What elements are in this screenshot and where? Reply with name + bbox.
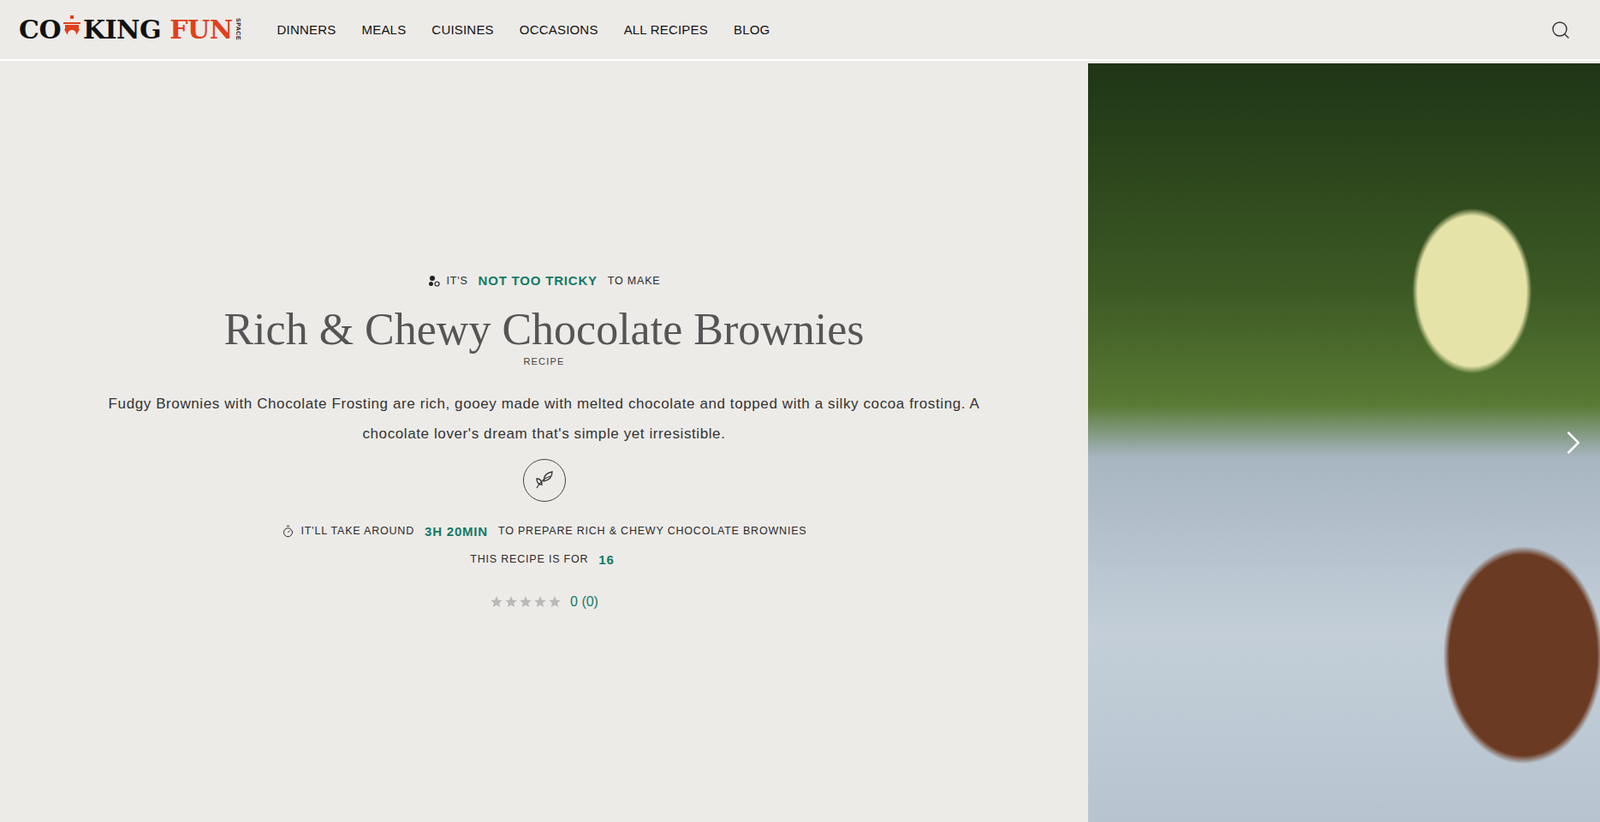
gallery: [1088, 60, 1600, 822]
next-button[interactable]: [1553, 422, 1594, 463]
header: COKINGFUNSPACE DINNERS MEALS CUISINES OCCASI…: [0, 0, 1600, 61]
rating[interactable]: 0 (0): [489, 594, 599, 610]
main-nav: DINNERS MEALS CUISINES OCCASIONS ALL RECIPES…: [277, 22, 771, 37]
pot-icon: [60, 15, 84, 45]
nav-item[interactable]: BLOG: [733, 22, 770, 37]
leaf-icon: [533, 469, 556, 492]
recipe-info: IT'SNOT TOO TRICKYTO MAKE Rich & Chewy Ch…: [0, 60, 1089, 822]
search-icon: [1550, 19, 1571, 41]
nav-item[interactable]: MEALS: [361, 22, 406, 37]
recipe-photo: [1088, 63, 1600, 822]
star-icon[interactable]: [504, 594, 518, 609]
nav-item[interactable]: CUISINES: [431, 22, 494, 37]
recipe-label: RECIPE: [523, 356, 565, 367]
timer-icon: [281, 524, 295, 538]
star-icon[interactable]: [533, 594, 548, 609]
rating-count: 0 (0): [570, 594, 599, 610]
main: IT'SNOT TOO TRICKYTO MAKE Rich & Chewy Ch…: [0, 60, 1600, 822]
star-icon[interactable]: [518, 594, 533, 609]
nav-item[interactable]: ALL RECIPES: [624, 22, 708, 37]
nav-item[interactable]: OCCASIONS: [519, 22, 599, 37]
search-button[interactable]: [1546, 16, 1575, 44]
chevron-right-icon: [1553, 422, 1594, 463]
logo[interactable]: COKINGFUNSPACE: [18, 14, 242, 45]
recipe-description: Fudgy Brownies with Chocolate Frosting a…: [77, 388, 1012, 449]
star-icon[interactable]: [547, 594, 562, 609]
page: COKINGFUNSPACE DINNERS MEALS CUISINES OCCASI…: [0, 0, 1600, 822]
difficulty-icon: [428, 274, 441, 287]
difficulty-line: IT'SNOT TOO TRICKYTO MAKE: [428, 273, 661, 288]
vegetarian-badge: [523, 458, 566, 502]
servings-line: THIS RECIPE IS FOR16: [469, 552, 618, 567]
star-rating[interactable]: [489, 594, 562, 609]
time-line: IT'LL TAKE AROUND3H 20MINTO PREPARE RICH…: [281, 523, 808, 539]
recipe-title: Rich & Chewy Chocolate Brownies: [223, 304, 864, 354]
star-icon[interactable]: [489, 594, 504, 609]
nav-item[interactable]: DINNERS: [277, 22, 337, 37]
